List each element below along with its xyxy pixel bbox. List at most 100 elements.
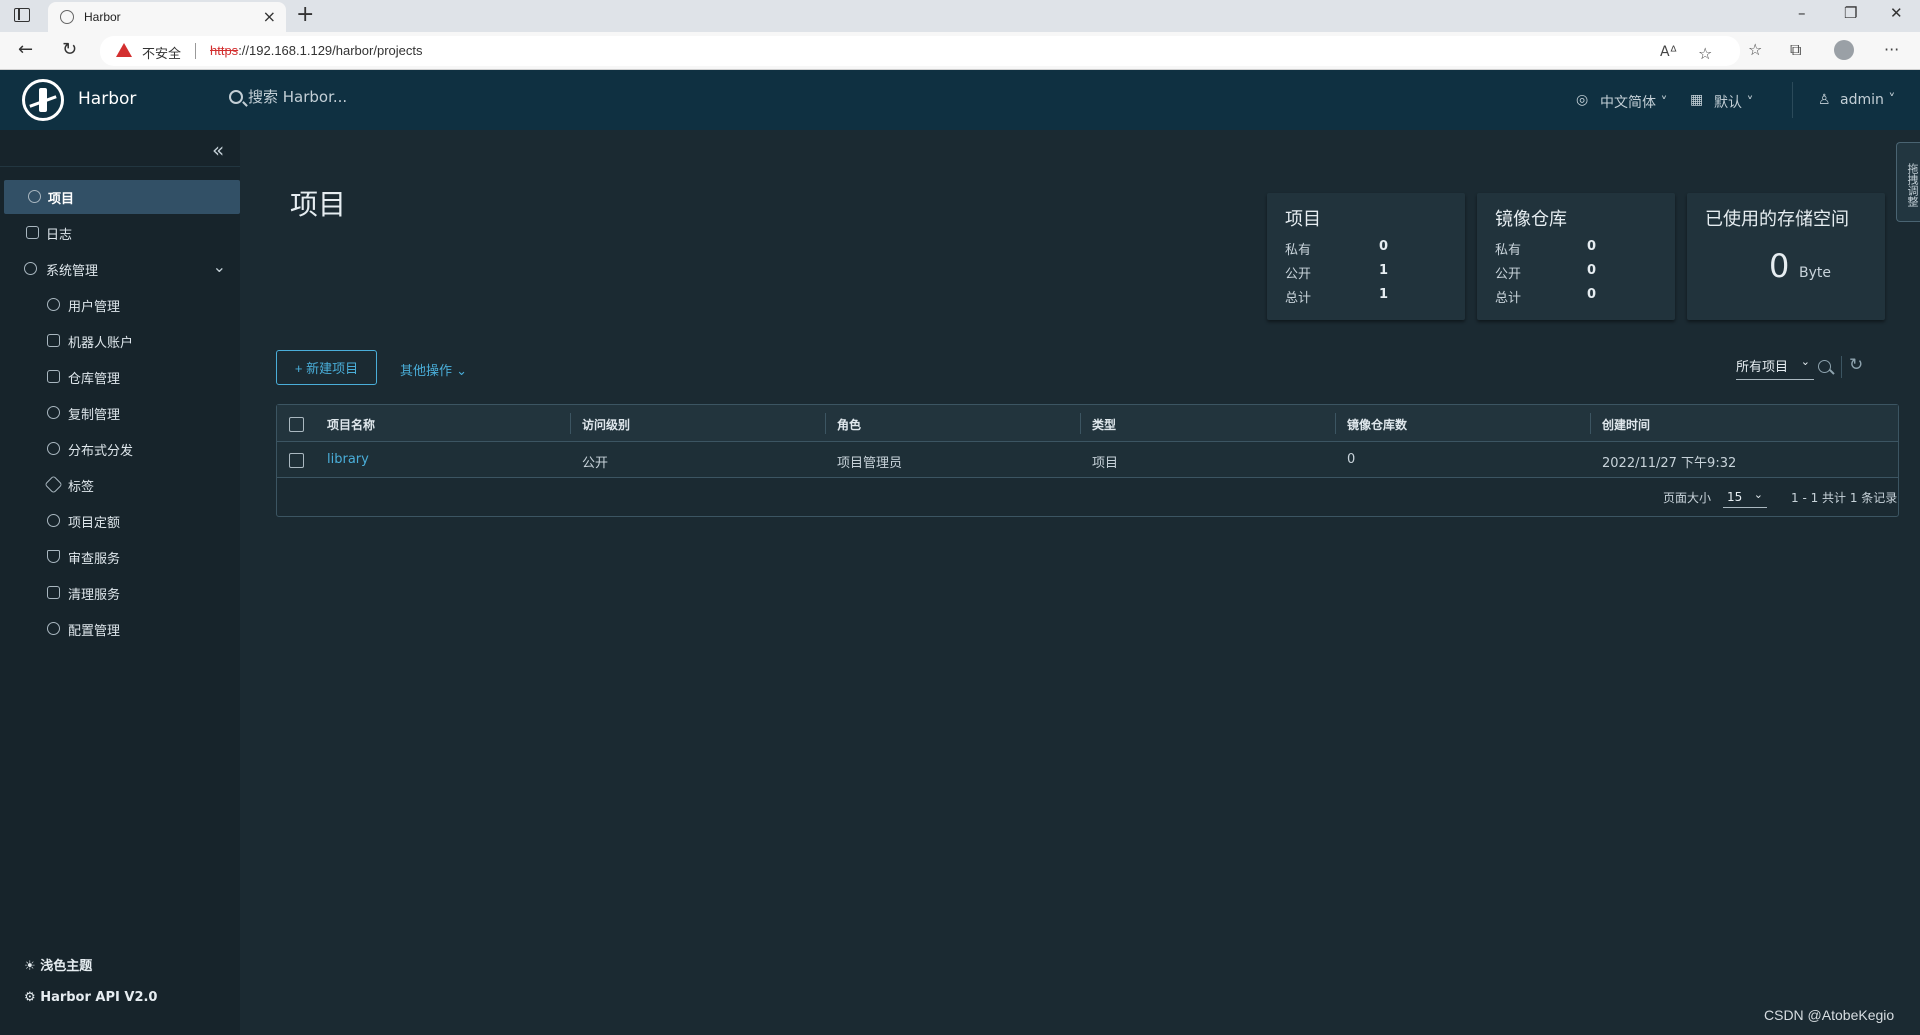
warning-icon xyxy=(116,43,132,57)
repo-count: 0 xyxy=(1347,452,1356,467)
total-label: 总计 xyxy=(1495,291,1522,306)
user-icon[interactable]: ♙ xyxy=(1818,92,1831,108)
sidebar-item-replications[interactable]: 复制管理 xyxy=(0,396,240,430)
storage-summary-card: 已使用的存储空间 0 Byte xyxy=(1687,193,1885,320)
private-count: 0 xyxy=(1587,239,1597,254)
sidebar-item-interrogation[interactable]: 审查服务 xyxy=(0,540,240,574)
app-header: Harbor ◎ 中文简体 ˅ ▦ 默认 ˅ ♙ admin ˅ xyxy=(0,70,1920,130)
private-label: 私有 xyxy=(1285,243,1312,258)
collections-icon[interactable]: ⧉ xyxy=(1790,40,1801,60)
card-title: 已使用的存储空间 xyxy=(1705,209,1849,230)
sidebar-item-distributions[interactable]: 分布式分发 xyxy=(0,432,240,466)
sidebar-item-label: 复制管理 xyxy=(68,408,121,423)
share-icon xyxy=(47,442,60,455)
reload-icon[interactable]: ↻ xyxy=(62,39,77,60)
language-select[interactable]: 中文简体 ˅ xyxy=(1600,92,1667,112)
select-all-checkbox[interactable] xyxy=(289,417,304,432)
storage-value: 0 xyxy=(1769,247,1790,285)
favorites-icon[interactable]: ☆ xyxy=(1748,40,1762,59)
project-name-link[interactable]: library xyxy=(327,452,369,467)
tag-icon xyxy=(44,475,63,494)
api-link[interactable]: ⚙ Harbor API V2.0 xyxy=(24,990,157,1005)
page-title: 项目 xyxy=(290,188,347,221)
sidebar-item-administration[interactable]: 系统管理 ⌄ xyxy=(0,252,240,286)
insecure-label[interactable]: 不安全 xyxy=(142,43,181,62)
date-format-select[interactable]: 默认 ˅ xyxy=(1714,92,1753,112)
calendar-icon[interactable]: ▦ xyxy=(1690,92,1703,108)
url-scheme: https xyxy=(210,43,239,58)
table-footer: 页面大小 15 ⌄ 1 - 1 共计 1 条记录 xyxy=(277,478,1898,516)
global-search-input[interactable] xyxy=(248,88,548,106)
column-header-type[interactable]: 类型 xyxy=(1092,416,1116,433)
gauge-icon xyxy=(47,514,60,527)
collapse-sidebar-icon[interactable]: « xyxy=(212,138,224,162)
sidebar-item-label: 机器人账户 xyxy=(68,336,134,351)
column-header-repo-count[interactable]: 镜像仓库数 xyxy=(1347,416,1407,433)
theme-toggle[interactable]: ☀ 浅色主题 xyxy=(24,955,92,974)
url-text[interactable]: https://192.168.1.129/harbor/projects xyxy=(210,43,422,58)
url-field[interactable]: 不安全 https://192.168.1.129/harbor/project… xyxy=(100,36,1740,66)
sidebar-item-users[interactable]: 用户管理 xyxy=(0,288,240,322)
sidebar-item-quotas[interactable]: 项目定额 xyxy=(0,504,240,538)
other-actions-dropdown[interactable]: 其他操作 ⌄ xyxy=(400,360,467,379)
side-drawer-tab[interactable]: 拖拽调整 xyxy=(1896,142,1920,222)
sidebar-item-robot-accounts[interactable]: 机器人账户 xyxy=(0,324,240,358)
column-header-created[interactable]: 创建时间 xyxy=(1602,416,1650,433)
public-label: 公开 xyxy=(1285,267,1312,282)
sidebar-item-label: 仓库管理 xyxy=(68,372,121,387)
url-path: ://192.168.1.129/harbor/projects xyxy=(238,43,423,58)
sidebar-item-label: 项目定额 xyxy=(68,516,121,531)
sidebar-item-registries[interactable]: 仓库管理 xyxy=(0,360,240,394)
sidebar-item-label: 日志 xyxy=(46,228,73,243)
column-header-name[interactable]: 项目名称 xyxy=(327,416,375,433)
public-label: 公开 xyxy=(1495,267,1522,282)
users-icon xyxy=(47,298,60,311)
user-menu[interactable]: admin ˅ xyxy=(1840,92,1895,108)
search-icon[interactable] xyxy=(1818,360,1831,373)
favorite-add-icon[interactable]: ☆ xyxy=(1698,44,1712,63)
sidebar-item-label: 系统管理 xyxy=(46,264,99,279)
read-aloud-icon[interactable]: Aᐞ xyxy=(1660,44,1677,60)
public-count: 1 xyxy=(1379,263,1389,278)
browser-tab-bar: Harbor × + – ❐ ✕ xyxy=(0,0,1920,32)
sidebar-item-clean-up[interactable]: 清理服务 xyxy=(0,576,240,610)
browser-tab[interactable]: Harbor × xyxy=(48,2,286,32)
total-label: 总计 xyxy=(1285,291,1312,306)
user-name: admin xyxy=(1840,92,1884,108)
table-row[interactable]: library 公开 项目管理员 项目 0 2022/11/27 下午9:32 xyxy=(277,442,1898,478)
profile-avatar[interactable] xyxy=(1834,40,1854,60)
column-header-access[interactable]: 访问级别 xyxy=(582,416,630,433)
more-menu-icon[interactable]: ··· xyxy=(1884,40,1899,59)
access-level: 公开 xyxy=(582,456,609,471)
sidebar-item-label: 分布式分发 xyxy=(68,444,134,459)
sidebar-item-label: 审查服务 xyxy=(68,552,121,567)
sidebar-item-labels[interactable]: 标签 xyxy=(0,468,240,502)
minimize-icon[interactable]: – xyxy=(1798,4,1806,22)
total-count: 1 xyxy=(1379,287,1389,302)
close-tab-icon[interactable]: × xyxy=(263,7,276,26)
language-icon[interactable]: ◎ xyxy=(1576,92,1588,108)
sidebar-item-configuration[interactable]: 配置管理 xyxy=(0,612,240,646)
refresh-icon[interactable]: ↻ xyxy=(1849,355,1863,375)
back-icon[interactable]: ← xyxy=(18,39,33,60)
date-format-label: 默认 xyxy=(1714,95,1742,111)
watermark: CSDN @AtobeKegio xyxy=(1764,1007,1895,1023)
trash-icon xyxy=(47,586,60,599)
chevron-down-icon: ⌄ xyxy=(1753,488,1763,501)
brand-name[interactable]: Harbor xyxy=(78,89,136,109)
project-filter-select[interactable]: 所有项目 ⌄ xyxy=(1736,355,1814,380)
sidebar-item-logs[interactable]: 日志 xyxy=(0,216,240,250)
sidebar-item-projects[interactable]: 项目 xyxy=(4,180,240,214)
chevron-down-icon[interactable]: ⌄ xyxy=(213,257,226,276)
toolbar-divider xyxy=(1841,356,1842,378)
tab-actions-icon[interactable] xyxy=(14,8,30,22)
window-close-icon[interactable]: ✕ xyxy=(1890,4,1903,22)
row-checkbox[interactable] xyxy=(289,453,304,468)
column-header-role[interactable]: 角色 xyxy=(837,416,861,433)
column-divider xyxy=(1335,413,1336,434)
restore-icon[interactable]: ❐ xyxy=(1844,4,1857,22)
new-tab-icon[interactable]: + xyxy=(296,2,314,27)
harbor-logo-icon[interactable] xyxy=(22,79,64,121)
page-size-select[interactable]: 15 ⌄ xyxy=(1723,486,1767,508)
new-project-button[interactable]: + 新建项目 xyxy=(276,350,377,385)
